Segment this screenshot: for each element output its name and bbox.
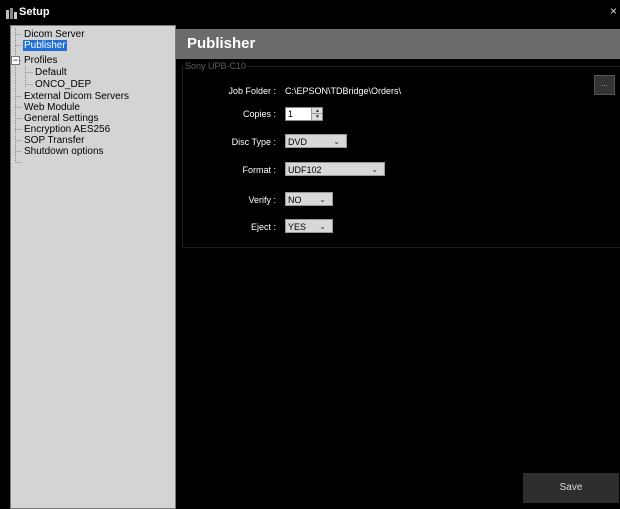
copies-label: Copies : <box>242 109 276 119</box>
title-bar: Setup × <box>0 0 620 25</box>
panel-title: Publisher <box>187 35 256 52</box>
format-select[interactable]: UDF102 ⌄ <box>285 162 385 176</box>
chevron-down-icon: ⌄ <box>319 195 326 204</box>
browse-folder-button[interactable]: ... <box>594 75 615 95</box>
profiles-collapse-icon[interactable]: − <box>11 56 20 65</box>
verify-label: Verify : <box>248 195 276 205</box>
disc-type-label: Disc Type : <box>231 137 276 147</box>
chevron-down-icon: ⌄ <box>333 137 340 146</box>
format-label: Format : <box>242 165 276 175</box>
tree-item-web-module[interactable]: Web Module <box>23 102 81 113</box>
save-button[interactable]: Save <box>523 473 619 503</box>
tree-item-encryption-aes256[interactable]: Encryption AES256 <box>23 124 111 135</box>
window-title: Setup <box>19 6 50 18</box>
copies-stepper: 1 ▲ ▼ <box>285 107 323 121</box>
settings-tree: − Dicom Server Publisher Profiles Defaul… <box>10 25 176 509</box>
verify-value: NO <box>288 195 302 205</box>
job-folder-value: C:\EPSON\TDBridge\Orders\ <box>285 86 402 96</box>
eject-select[interactable]: YES ⌄ <box>285 219 333 233</box>
device-group-legend: Sony UPB-C10 <box>184 61 248 71</box>
copies-input[interactable]: 1 <box>287 109 311 120</box>
tree-item-onco-dep[interactable]: ONCO_DEP <box>34 79 92 90</box>
copies-stepper-buttons: ▲ ▼ <box>311 108 323 120</box>
tree-item-sop-transfer[interactable]: SOP Transfer <box>23 135 85 146</box>
close-icon[interactable]: × <box>610 5 617 17</box>
format-value: UDF102 <box>288 165 322 175</box>
tree-item-profiles[interactable]: Profiles <box>23 55 58 66</box>
tree-item-shutdown-options[interactable]: Shutdown options <box>23 146 105 157</box>
eject-value: YES <box>288 222 307 232</box>
disc-type-select[interactable]: DVD ⌄ <box>285 134 347 148</box>
tree-item-dicom-server[interactable]: Dicom Server <box>23 29 86 40</box>
chevron-down-icon: ⌄ <box>319 222 326 231</box>
tree-item-publisher[interactable]: Publisher <box>23 40 67 51</box>
panel-header: Publisher <box>176 29 620 59</box>
decrement-arrow-icon[interactable]: ▼ <box>312 114 323 120</box>
tree-item-general-settings[interactable]: General Settings <box>23 113 100 124</box>
disc-type-value: DVD <box>288 137 308 147</box>
publisher-panel: Publisher Sony UPB-C10 Job Folder : C:\E… <box>176 25 620 509</box>
verify-select[interactable]: NO ⌄ <box>285 192 333 206</box>
tree-item-default[interactable]: Default <box>34 67 68 78</box>
chevron-down-icon: ⌄ <box>371 165 378 174</box>
eject-label: Eject : <box>250 222 276 232</box>
tree-item-external-dicom-servers[interactable]: External Dicom Servers <box>23 91 130 102</box>
job-folder-label: Job Folder : <box>228 86 276 96</box>
setup-app-icon <box>6 8 17 19</box>
